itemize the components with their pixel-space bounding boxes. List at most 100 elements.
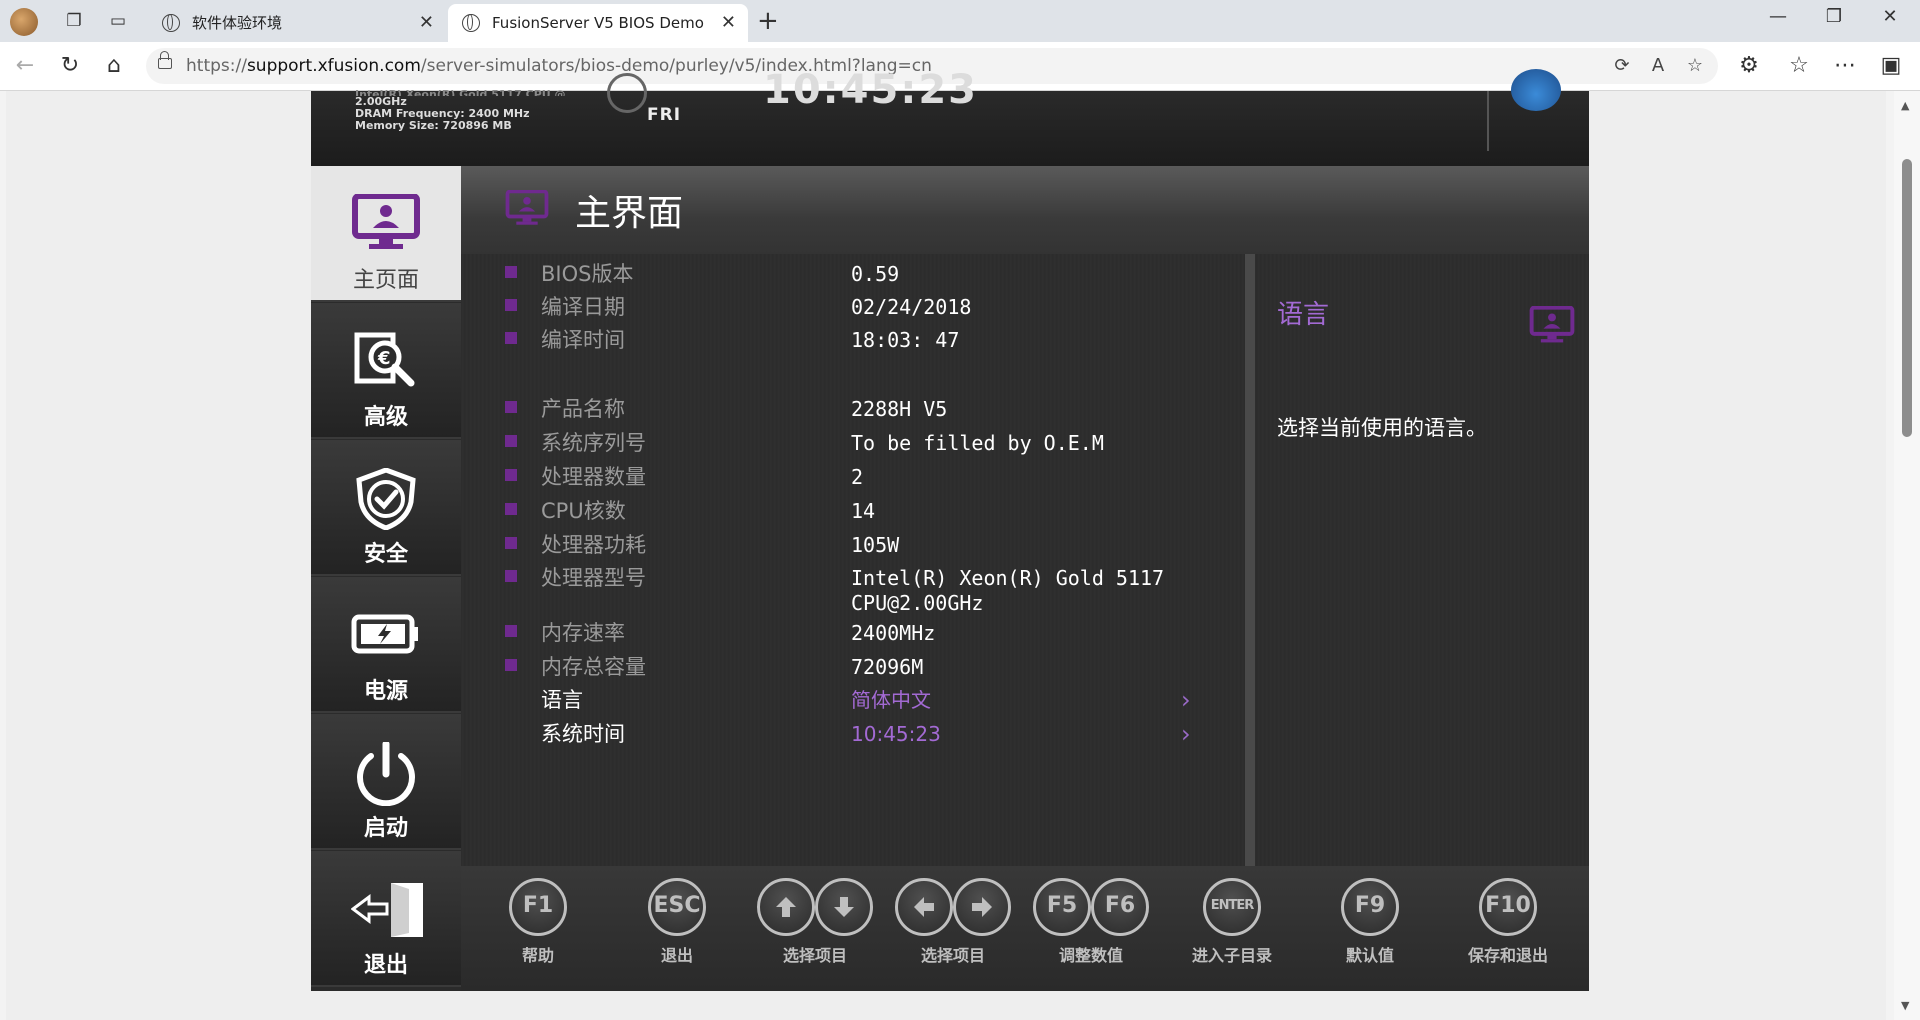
- page-title: 主界面: [575, 193, 684, 234]
- row-label: 系统时间: [541, 722, 625, 746]
- f5-key-icon[interactable]: F5: [1033, 878, 1091, 936]
- row-value: 18:03: 47: [851, 328, 960, 352]
- bios-header: Intel(R) Xeon(R) Gold 5117 CPU @ 2.00GHz…: [311, 67, 1589, 166]
- monitor-icon: [352, 194, 420, 249]
- bullet-icon: [505, 299, 517, 311]
- key-legend: F1 帮助 ESC 退出 选择项目 选择项目 F5 F6 调整数值 ENTER …: [461, 866, 1589, 991]
- f6-key-icon[interactable]: F6: [1091, 878, 1149, 936]
- bullet-icon: [505, 625, 517, 637]
- bios-simulator: Intel(R) Xeon(R) Gold 5117 CPU @ 2.00GHz…: [311, 67, 1589, 991]
- svg-text:€: €: [377, 348, 391, 369]
- enter-key-icon[interactable]: ENTER: [1203, 878, 1261, 936]
- favorites-icon[interactable]: ☆: [1786, 53, 1812, 79]
- scroll-down-icon[interactable]: ▼: [1901, 999, 1909, 1012]
- arrow-left-key-icon[interactable]: [895, 878, 953, 936]
- tab-bios-demo[interactable]: FusionServer V5 BIOS Demo ✕: [448, 4, 748, 42]
- exit-door-icon: [351, 883, 423, 937]
- monitor-icon: [1529, 306, 1575, 343]
- f10-key-icon[interactable]: F10: [1479, 878, 1537, 936]
- restore-icon[interactable]: ❐: [1814, 6, 1854, 27]
- key-caption: 帮助: [521, 946, 554, 965]
- shield-icon: [356, 468, 416, 530]
- info-row: 处理器型号 Intel(R) Xeon(R) Gold 5117 CPU@2.00…: [461, 558, 1251, 615]
- minimize-icon[interactable]: —: [1758, 6, 1798, 27]
- key-caption: 退出: [660, 946, 693, 965]
- key-caption: 选择项目: [920, 946, 985, 965]
- scroll-thumb[interactable]: [1902, 159, 1912, 437]
- key-caption: 选择项目: [782, 946, 847, 965]
- page-title-bar: 主界面: [461, 166, 1589, 254]
- close-tab-icon[interactable]: ✕: [721, 4, 736, 42]
- help-panel: 语言 选择当前使用的语言。: [1261, 254, 1589, 866]
- scroll-up-icon[interactable]: ▲: [1901, 99, 1909, 112]
- sidebar-item-label: 安全: [363, 542, 408, 567]
- system-time-value[interactable]: 10:45:23: [851, 714, 941, 754]
- bullet-icon: [505, 401, 517, 413]
- profile-avatar[interactable]: [10, 8, 38, 36]
- bullet-icon: [505, 570, 517, 582]
- header-clock: 10:45:23: [763, 67, 978, 113]
- arrow-up-key-icon[interactable]: [757, 878, 815, 936]
- sidebar-item-exit[interactable]: 退出: [311, 851, 461, 987]
- tab-software-env[interactable]: 软件体验环境 ✕: [148, 4, 446, 42]
- system-info: Intel(R) Xeon(R) Gold 5117 CPU @ 2.00GHz…: [355, 89, 566, 132]
- esc-key-icon[interactable]: ESC: [648, 878, 706, 936]
- sidebar-item-label: 退出: [363, 953, 408, 978]
- favorite-star-icon[interactable]: ☆: [1681, 52, 1709, 80]
- globe-icon: [162, 14, 180, 32]
- new-tab-button[interactable]: +: [757, 6, 779, 36]
- bullet-icon: [505, 435, 517, 447]
- close-tab-icon[interactable]: ✕: [419, 4, 434, 42]
- panel-divider-scrollbar[interactable]: [1245, 254, 1255, 866]
- key-caption: 保存和退出: [1467, 946, 1548, 965]
- page-scrollbar[interactable]: ▲ ▼: [1894, 91, 1920, 1020]
- key-caption: 进入子目录: [1191, 946, 1272, 965]
- sidebar-item-label: 高级: [363, 405, 408, 430]
- refresh-icon[interactable]: ↻: [57, 53, 83, 79]
- sidebar-item-boot[interactable]: 启动: [311, 714, 461, 850]
- sidebar-item-label: 电源: [363, 679, 408, 704]
- help-text: 选择当前使用的语言。: [1277, 416, 1487, 440]
- lock-icon[interactable]: [158, 51, 172, 69]
- home-icon[interactable]: ⌂: [101, 53, 127, 79]
- tab-actions-icon[interactable]: ▭: [106, 9, 130, 33]
- sidebar-item-power[interactable]: 电源: [311, 577, 461, 713]
- extensions-icon[interactable]: ⚙: [1736, 53, 1762, 79]
- row-label: 编译时间: [541, 328, 625, 352]
- chevron-right-icon[interactable]: ›: [1181, 714, 1191, 754]
- sidebar-toggle-icon[interactable]: ▣: [1878, 53, 1904, 79]
- tab-title: FusionServer V5 BIOS Demo: [492, 14, 704, 32]
- workspaces-icon[interactable]: ❐: [62, 9, 86, 33]
- bullet-icon: [505, 266, 517, 278]
- help-title: 语言: [1277, 300, 1330, 330]
- bullet-icon: [505, 503, 517, 515]
- row-value: Intel(R) Xeon(R) Gold 5117 CPU@2.00GHz: [851, 566, 1165, 615]
- monitor-icon: [505, 190, 549, 225]
- f1-key-icon[interactable]: F1: [509, 878, 567, 936]
- bios-content: 主界面 BIOS版本 0.59 编译日期 02/24/2018 编译时间 18:…: [461, 166, 1589, 991]
- key-caption: 默认值: [1345, 946, 1394, 965]
- bios-logo-icon: [1511, 69, 1561, 111]
- close-window-icon[interactable]: ✕: [1870, 6, 1910, 27]
- battery-icon: [351, 614, 418, 654]
- more-icon[interactable]: ⋯: [1832, 53, 1858, 79]
- bullet-icon: [505, 469, 517, 481]
- sidebar-item-security[interactable]: 安全: [311, 440, 461, 576]
- bullet-icon: [505, 659, 517, 671]
- sidebar-item-main[interactable]: 主页面: [311, 166, 461, 302]
- sidebar-item-label: 主页面: [352, 268, 419, 293]
- advanced-icon: €: [354, 332, 415, 387]
- bullet-icon: [505, 332, 517, 344]
- sidebar-item-advanced[interactable]: € 高级: [311, 303, 461, 439]
- arrow-right-key-icon[interactable]: [953, 878, 1011, 936]
- f9-key-icon[interactable]: F9: [1341, 878, 1399, 936]
- bios-sidebar: 主页面 € 高级 安全 电源 启动 退出: [311, 166, 461, 991]
- read-aloud-icon[interactable]: A: [1644, 52, 1672, 80]
- row-label: 处理器型号: [541, 566, 646, 590]
- arrow-down-key-icon[interactable]: [815, 878, 873, 936]
- weekday: FRI: [647, 105, 682, 125]
- translate-icon[interactable]: ⟳: [1608, 52, 1636, 80]
- system-time-option[interactable]: 系统时间 10:45:23 ›: [461, 714, 1251, 754]
- back-icon[interactable]: ←: [12, 53, 38, 79]
- sidebar-item-label: 启动: [363, 816, 408, 841]
